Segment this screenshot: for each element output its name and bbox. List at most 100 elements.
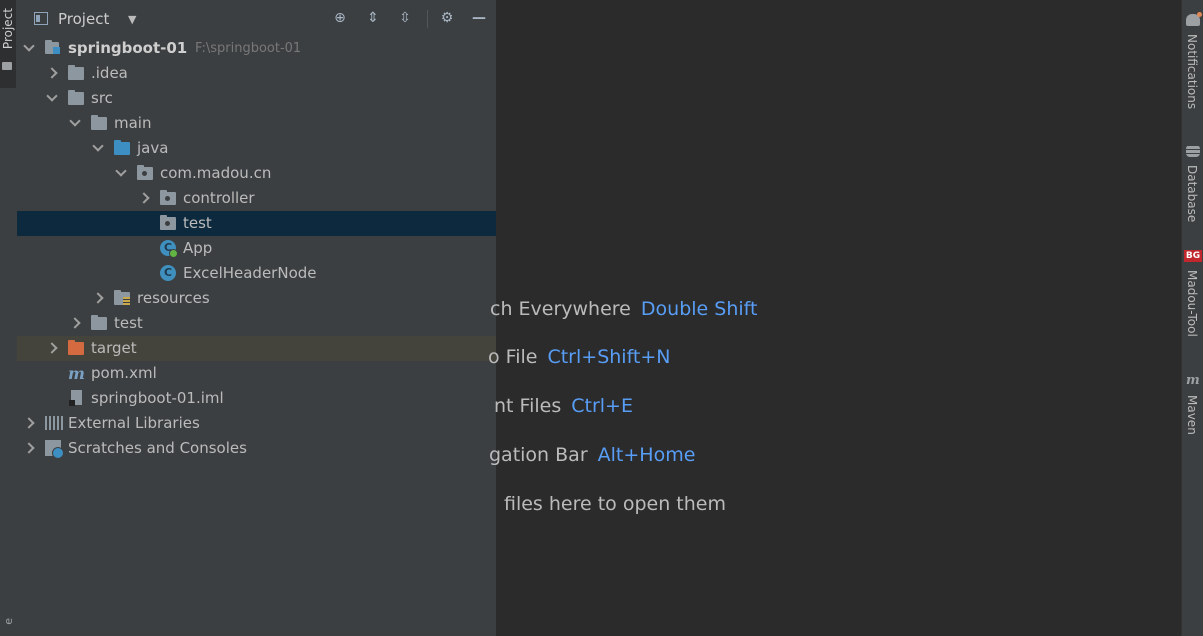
chevron-down-icon[interactable] (23, 42, 33, 54)
tree-row-label: External Libraries (68, 414, 200, 432)
hint-text: nt Files (494, 395, 562, 417)
tree-row-label: controller (183, 189, 255, 207)
resources-folder-icon (114, 290, 130, 305)
project-tool-tab-label: Project (1, 8, 15, 50)
tree-row[interactable]: test (17, 311, 496, 336)
tree-row[interactable]: target (17, 336, 496, 361)
editor-area[interactable]: ch Everywhere Double Shift o File Ctrl+Shif… (488, 0, 1181, 636)
chevron-down-icon[interactable] (115, 167, 125, 179)
hint-shortcut: Double Shift (640, 298, 758, 320)
tree-row[interactable]: java (17, 136, 496, 161)
chevron-down-icon[interactable] (69, 117, 79, 129)
package-icon (160, 190, 176, 205)
tool-window-label: Database (1185, 165, 1199, 223)
module-path: F:\springboot-01 (195, 41, 302, 56)
tree-row[interactable]: Scratches and Consoles (17, 436, 496, 461)
tool-window-label: Maven (1185, 395, 1199, 435)
tree-row[interactable]: External Libraries (17, 411, 496, 436)
chevron-right-icon[interactable] (23, 442, 33, 454)
folder-icon (2, 62, 12, 70)
bottom-tool-tab-label[interactable]: e (2, 618, 15, 625)
hint-text: gation Bar (489, 444, 588, 466)
tree-row-label: ExcelHeaderNode (183, 264, 317, 282)
tree-row-label: .idea (91, 64, 128, 82)
tree-row-label: java (137, 139, 169, 157)
tree-row[interactable]: com.madou.cn (17, 161, 496, 186)
toolbar-divider (427, 10, 428, 28)
chevron-right-icon[interactable] (92, 292, 102, 304)
tree-row-label: test (183, 214, 212, 232)
chevron-right-icon[interactable] (46, 342, 56, 354)
tree-row[interactable]: src (17, 86, 496, 111)
tree-row-label: src (91, 89, 113, 107)
tree-row[interactable]: C App (17, 236, 496, 261)
tree-row-label: App (183, 239, 213, 257)
tree-row-label: target (91, 339, 137, 357)
tree-row-label: com.madou.cn (160, 164, 272, 182)
tree-row-label: Scratches and Consoles (68, 439, 247, 457)
maven-icon: m (1186, 373, 1200, 388)
chevron-down-icon[interactable] (46, 92, 56, 104)
project-view-icon (34, 12, 48, 25)
tree-row[interactable]: main (17, 111, 496, 136)
tree-row-label: springboot-01 (68, 39, 188, 57)
tree-row[interactable]: .idea (17, 61, 496, 86)
hint-shortcut: Alt+Home (597, 444, 696, 466)
package-icon (160, 215, 176, 230)
chevron-down-icon[interactable] (92, 142, 102, 154)
hint-text: o File (488, 346, 538, 368)
source-folder-icon (114, 140, 130, 155)
project-tool-tab[interactable]: Project (0, 0, 16, 88)
folder-icon (91, 315, 107, 330)
tool-window-label: Madou-Tool (1185, 270, 1199, 337)
chevron-right-icon[interactable] (69, 317, 79, 329)
tool-window-label: Notifications (1185, 34, 1199, 110)
tree-row-label: main (114, 114, 152, 132)
gear-icon[interactable]: ⚙ (438, 9, 456, 27)
package-icon (137, 165, 153, 180)
tree-row[interactable]: resources (17, 286, 496, 311)
project-panel-header: Project ▼ ⊕ ⇕ ⇳ ⚙ — (17, 0, 496, 37)
chevron-right-icon[interactable] (138, 192, 148, 204)
left-tool-strip: Project e (0, 0, 18, 636)
folder-icon (91, 115, 107, 130)
editor-hint: gation Bar Alt+Home (489, 444, 695, 466)
project-panel: Project ▼ ⊕ ⇕ ⇳ ⚙ — springboot-01 F:\spri… (17, 0, 497, 636)
chevron-right-icon[interactable] (23, 417, 33, 429)
tree-row-label: springboot-01.iml (91, 389, 224, 407)
folder-icon (68, 90, 84, 105)
tree-row[interactable]: springboot-01.iml (17, 386, 496, 411)
right-tool-strip: Notifications Database BG Madou-Tool m Maven (1181, 0, 1203, 636)
tree-row[interactable]: m pom.xml (17, 361, 496, 386)
editor-hint: ch Everywhere Double Shift (490, 298, 757, 320)
collapse-all-icon[interactable]: ⇳ (396, 9, 414, 27)
tree-row-label: pom.xml (91, 364, 157, 382)
expand-all-icon[interactable]: ⇕ (364, 9, 382, 27)
editor-hint: files here to open them (504, 493, 726, 515)
hint-text: files here to open them (504, 493, 726, 515)
maven-icon: m (68, 364, 85, 383)
minimize-icon[interactable]: — (470, 9, 488, 27)
editor-hint: nt Files Ctrl+E (494, 395, 633, 417)
chevron-down-icon[interactable]: ▼ (128, 13, 136, 26)
class-icon: C (160, 265, 176, 281)
tree-row[interactable]: test (17, 211, 496, 236)
tree-row[interactable]: C ExcelHeaderNode (17, 261, 496, 286)
module-folder-icon (45, 40, 60, 54)
plugin-badge-icon: BG (1184, 250, 1202, 262)
panel-title[interactable]: Project (58, 10, 109, 28)
hint-text: ch Everywhere (490, 298, 631, 320)
folder-icon (68, 65, 84, 80)
chevron-right-icon[interactable] (46, 67, 56, 79)
spring-class-icon: C (160, 240, 178, 258)
tree-row[interactable]: springboot-01 F:\springboot-01 (17, 36, 496, 61)
tree-row[interactable]: controller (17, 186, 496, 211)
editor-hint: o File Ctrl+Shift+N (488, 346, 671, 368)
scratches-icon (45, 440, 64, 459)
hint-shortcut: Ctrl+Shift+N (547, 346, 671, 368)
bell-icon (1186, 12, 1202, 26)
database-icon (1186, 145, 1200, 157)
locate-icon[interactable]: ⊕ (331, 9, 349, 27)
tree-row-label: test (114, 314, 143, 332)
iml-file-icon (69, 390, 82, 406)
